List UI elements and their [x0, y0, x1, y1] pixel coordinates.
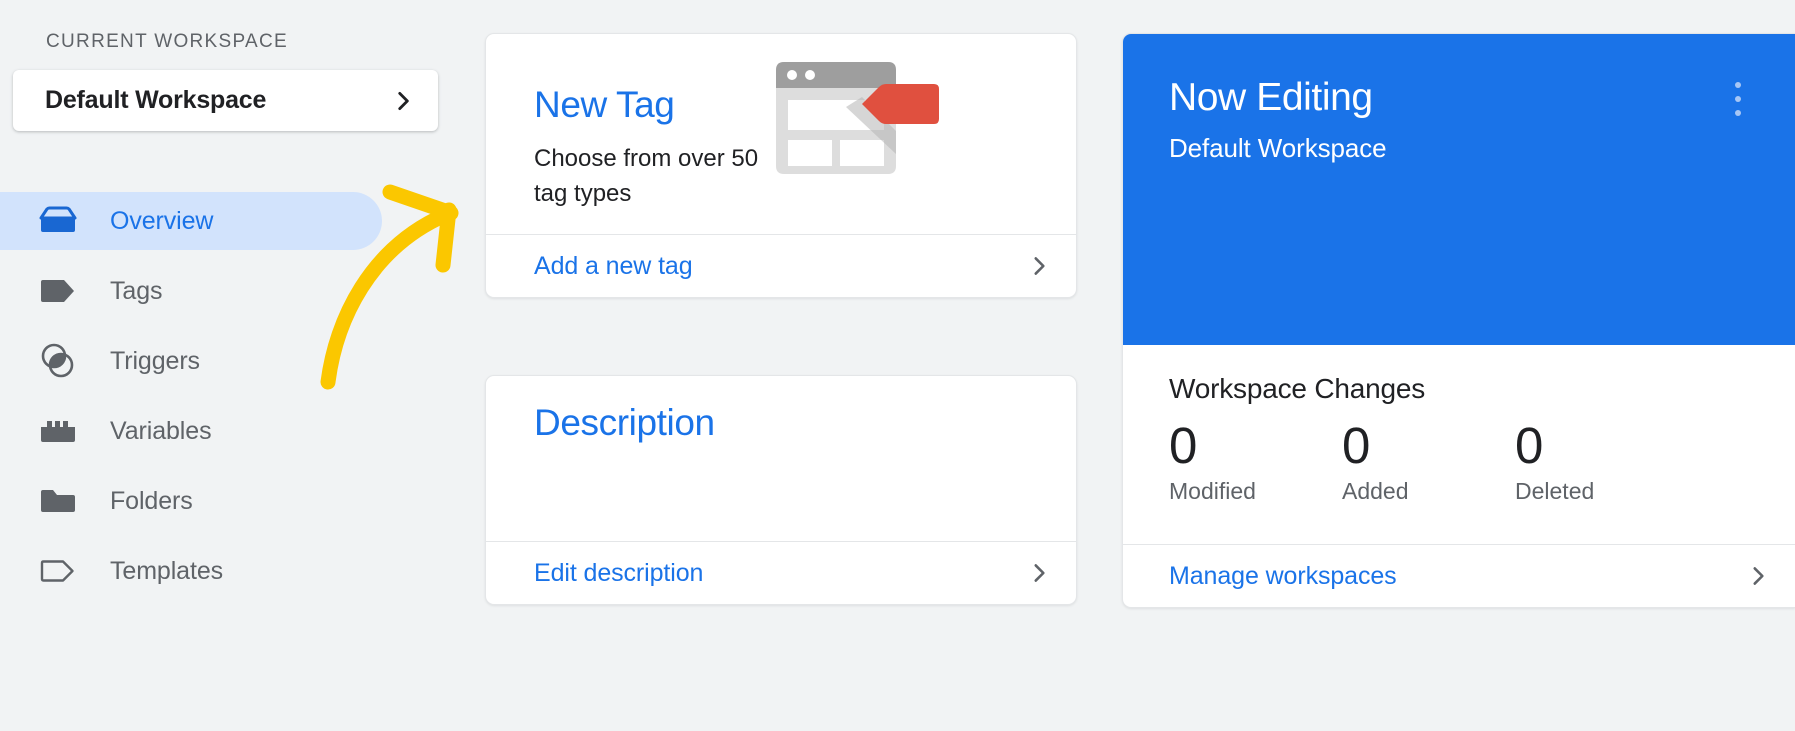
description-card-title: Description	[534, 402, 715, 443]
sidebar-item-label: Templates	[110, 556, 224, 585]
stat-value: 0	[1169, 417, 1197, 474]
now-editing-title: Now Editing	[1169, 76, 1373, 119]
manage-workspaces-button[interactable]: Manage workspaces	[1123, 544, 1795, 607]
stat-value: 0	[1515, 417, 1543, 474]
folder-filled-icon	[38, 486, 78, 516]
new-tag-card-subtitle: Choose from over 50 tag types	[534, 145, 759, 207]
now-editing-panel: Now Editing Default Workspace Workspace …	[1122, 33, 1795, 608]
stat-deleted: 0 Deleted	[1515, 417, 1688, 505]
workspace-changes-section: Workspace Changes 0 Modified 0 Added 0 D…	[1123, 345, 1795, 546]
workspace-changes-heading: Workspace Changes	[1169, 373, 1425, 404]
overview-box-icon	[38, 206, 78, 236]
now-editing-subtitle: Default Workspace	[1169, 133, 1387, 163]
chevron-right-icon	[1745, 563, 1771, 589]
chevron-right-icon	[1026, 253, 1052, 279]
sidebar-item-variables[interactable]: Variables	[0, 402, 382, 460]
description-card[interactable]: Description Edit description	[485, 375, 1077, 605]
workspace-changes-stats: 0 Modified 0 Added 0 Deleted	[1169, 417, 1795, 505]
new-tag-card[interactable]: New Tag Choose from over 50 tag types Ad…	[485, 33, 1077, 298]
tag-outline-icon	[38, 558, 78, 584]
sidebar-item-label: Tags	[110, 276, 163, 305]
manage-workspaces-label: Manage workspaces	[1169, 561, 1397, 590]
sidebar-item-folders[interactable]: Folders	[0, 472, 382, 530]
add-a-new-tag-label: Add a new tag	[534, 251, 693, 280]
sidebar-item-label: Overview	[110, 206, 214, 235]
sidebar-item-label: Variables	[110, 416, 212, 445]
workspace-selector-name: Default Workspace	[45, 86, 267, 114]
workspace-selector[interactable]: Default Workspace	[13, 70, 438, 131]
sidebar-item-tags[interactable]: Tags	[0, 262, 382, 320]
tag-filled-icon	[38, 278, 78, 304]
sidebar-item-label: Folders	[110, 486, 193, 515]
browser-window-with-tag-illustration	[776, 62, 941, 182]
more-vert-icon[interactable]	[1723, 82, 1753, 116]
new-tag-card-title: New Tag	[534, 84, 675, 125]
current-workspace-label: CURRENT WORKSPACE	[46, 31, 289, 52]
stat-value: 0	[1342, 417, 1370, 474]
add-a-new-tag-button[interactable]: Add a new tag	[486, 234, 1076, 297]
stat-label: Modified	[1169, 477, 1256, 504]
now-editing-header: Now Editing Default Workspace	[1123, 34, 1795, 345]
stat-modified: 0 Modified	[1169, 417, 1342, 505]
chevron-right-icon	[390, 88, 416, 114]
sidebar-item-label: Triggers	[110, 346, 200, 375]
chevron-right-icon	[1026, 560, 1052, 586]
sidebar: CURRENT WORKSPACE Default Workspace Over…	[0, 0, 440, 731]
stat-label: Added	[1342, 477, 1409, 504]
sidebar-item-overview[interactable]: Overview	[0, 192, 382, 250]
sidebar-item-triggers[interactable]: Triggers	[0, 332, 382, 390]
edit-description-button[interactable]: Edit description	[486, 541, 1076, 604]
variables-brick-icon	[38, 418, 78, 444]
edit-description-label: Edit description	[534, 558, 704, 587]
stat-label: Deleted	[1515, 477, 1595, 504]
stat-added: 0 Added	[1342, 417, 1515, 505]
triggers-circles-icon	[38, 342, 78, 380]
sidebar-item-templates[interactable]: Templates	[0, 542, 382, 600]
